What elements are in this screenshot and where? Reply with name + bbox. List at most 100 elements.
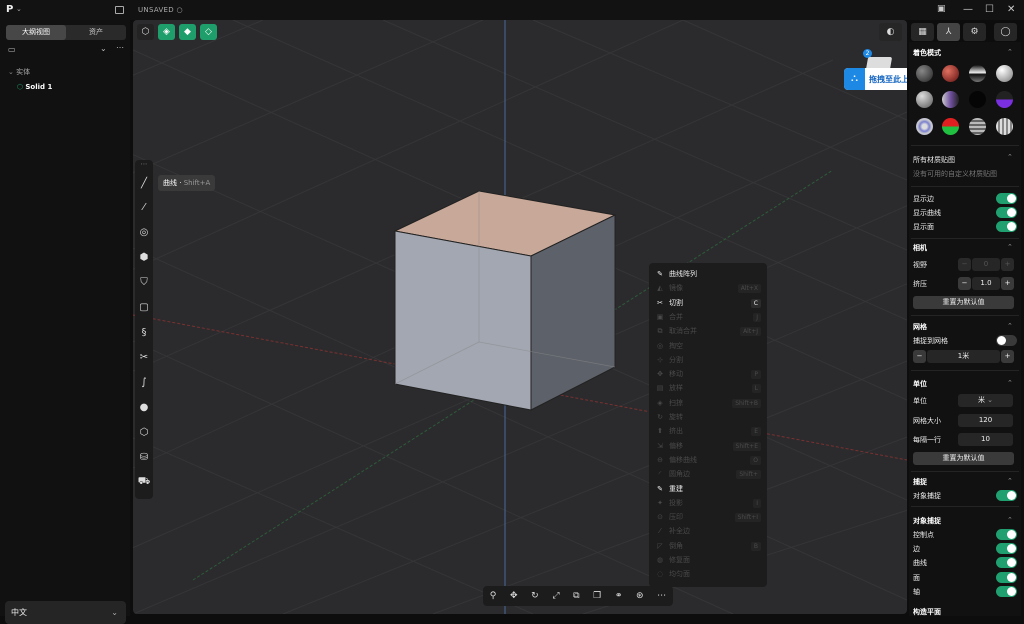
copy-icon[interactable]: ❐ [593,591,601,601]
reset-units-button[interactable]: 重置为默认值 [913,452,1014,465]
pinch-plus-button[interactable]: + [1001,277,1014,290]
stamp-tool-icon[interactable]: ⛟ [135,476,153,489]
shading-lines[interactable] [996,118,1013,135]
polygon-tool-icon[interactable]: ⬢ [135,252,153,263]
menu-item[interactable]: ✂ 切割 C [653,296,763,310]
sidebar-toggle-icon[interactable] [115,6,124,14]
rectangle-tool-icon[interactable]: ▢ [135,302,153,313]
line-tool-icon[interactable]: ╱ [135,178,153,189]
select-edge-icon[interactable]: ◇ [200,24,217,40]
tab-assets[interactable]: 资产 [66,25,126,40]
select-solid-icon[interactable]: ◈ [158,24,175,40]
cylinder-tool-icon[interactable]: ⛁ [135,452,153,463]
show-faces-toggle[interactable] [996,221,1017,232]
menu-item[interactable]: ⊹ 分割 [653,353,763,367]
move-icon[interactable]: ✥ [510,591,518,601]
chevron-down-icon[interactable]: ⌄ [16,5,22,13]
menu-item[interactable]: ◈ 扫掠 Shift+B [653,396,763,410]
axis-icon[interactable]: ⅄ [937,23,960,41]
menu-item[interactable]: ⬆ 挤出 E [653,424,763,438]
menu-item[interactable]: ↻ 旋转 [653,410,763,424]
shading-striped[interactable] [969,118,986,135]
trim-tool-icon[interactable]: ✂ [135,352,153,363]
circle-tool-icon[interactable]: ◎ [135,227,153,238]
menu-item[interactable]: ✥ 移动 P [653,367,763,381]
circle-half-icon[interactable]: ◯ [994,23,1017,41]
curve-toggle[interactable] [996,557,1017,568]
cube-solid[interactable] [393,190,617,411]
drag-handle-icon[interactable]: ⋯ [135,160,153,168]
minimize-icon[interactable]: — [963,4,973,15]
menu-item[interactable]: ▤ 放样 L [653,381,763,395]
camera-header[interactable]: 相机 ⌃ [913,243,1013,253]
view-cube-icon[interactable]: ⬡ [137,24,154,40]
menu-item[interactable]: ▣ 合并 J [653,310,763,324]
spiral-tool-icon[interactable]: § [135,327,153,338]
contrast-icon[interactable]: ◐ [879,23,902,41]
menu-item[interactable]: ◍ 修复面 [653,553,763,567]
collapse-icon[interactable]: ⌃ [1007,153,1013,161]
language-select[interactable]: 中文 ⌄ [5,601,126,624]
shading-default[interactable] [916,65,933,82]
menu-item[interactable]: ◸ 倒角 B [653,539,763,553]
units-header[interactable]: 单位 ⌃ [913,379,1013,389]
control-point-toggle[interactable] [996,529,1017,540]
fov-value[interactable]: 0 [972,258,1000,271]
menu-item[interactable]: ✦ 投影 I [653,496,763,510]
menu-item[interactable]: ✎ 重建 [653,482,763,496]
bucket-tool-icon[interactable]: ⛉ [135,277,153,288]
reset-camera-button[interactable]: 重置为默认值 [913,296,1014,309]
menu-item[interactable]: ⁄ 补全边 [653,524,763,538]
select-face-icon[interactable]: ◆ [179,24,196,40]
grid-header[interactable]: 网格 ⌃ [913,322,1013,332]
app-logo[interactable]: P [6,4,13,15]
shading-red[interactable] [942,65,959,82]
fov-plus-button[interactable]: + [1001,258,1014,271]
close-icon[interactable]: ✕ [1007,4,1015,15]
viewport[interactable]: ⬡ ◈ ◆ ◇ ⋯ ╱ ⁄ ◎ ⬢ ⛉ ▢ § ✂ ∫ ● ⬡ ⛁ ⛟ 曲线 ·… [133,20,907,614]
pinch-minus-button[interactable]: − [958,277,971,290]
edge-toggle[interactable] [996,543,1017,554]
menu-item[interactable]: ◭ 镜像 Alt+X [653,281,763,295]
curve-tool-icon[interactable]: ⁄ [135,202,153,213]
cube-left-face[interactable] [394,230,532,411]
chevron-down-icon[interactable]: ⌄ [100,44,107,53]
grid-minus-button[interactable]: − [913,350,926,363]
grid-step-value[interactable]: 1米 [927,350,1000,363]
menu-item[interactable]: ⊖ 偏移曲线 O [653,453,763,467]
show-edges-toggle[interactable] [996,193,1017,204]
shading-rgb[interactable] [942,118,959,135]
rotate-icon[interactable]: ↻ [531,591,539,601]
menu-item[interactable]: ✎ 曲线阵列 [653,267,763,281]
all-textures-label[interactable]: 所有材质贴图 [913,155,955,165]
shading-chrome[interactable] [969,65,986,82]
more-icon[interactable]: ⋯ [116,43,124,52]
tree-item-solid[interactable]: ⬡ Solid 1 [17,83,52,91]
sphere-tool-icon[interactable]: ● [135,402,153,413]
shading-blue-ring[interactable] [916,118,933,135]
scene[interactable] [133,20,907,614]
settings-cube-icon[interactable]: ⚙ [963,23,986,41]
snap-grid-toggle[interactable] [996,335,1017,346]
menu-item[interactable]: ⊙ 压印 Shift+I [653,510,763,524]
object-snap-toggle[interactable] [996,490,1017,501]
menu-item[interactable]: ◌ 均匀面 [653,567,763,581]
fov-minus-button[interactable]: − [958,258,971,271]
boolean-icon[interactable]: ⊛ [636,591,644,601]
image-icon[interactable]: ▭ [8,45,16,54]
shading-gray[interactable] [916,91,933,108]
grid-plus-button[interactable]: + [1001,350,1014,363]
menu-item[interactable]: ◜ 圆角边 Shift+ [653,467,763,481]
tab-outline[interactable]: 大纲视图 [6,25,66,40]
attach-icon[interactable]: ⚭ [615,591,623,601]
menu-item[interactable]: ⧉ 取消合并 Alt+J [653,324,763,338]
object-snap-header[interactable]: 对象捕捉 ⌃ [913,516,1013,526]
upload-dropzone[interactable]: ⛬ 拖拽至此上传 [844,68,907,90]
grid-size-input[interactable]: 120 [958,414,1013,427]
shading-violet[interactable] [996,91,1013,108]
show-curves-toggle[interactable] [996,207,1017,218]
tree-group[interactable]: ⌄ 实体 [8,67,30,77]
scale-icon[interactable]: ⤢ [552,591,559,601]
face-toggle[interactable] [996,572,1017,583]
grid-view-icon[interactable]: ▦ [911,23,934,41]
